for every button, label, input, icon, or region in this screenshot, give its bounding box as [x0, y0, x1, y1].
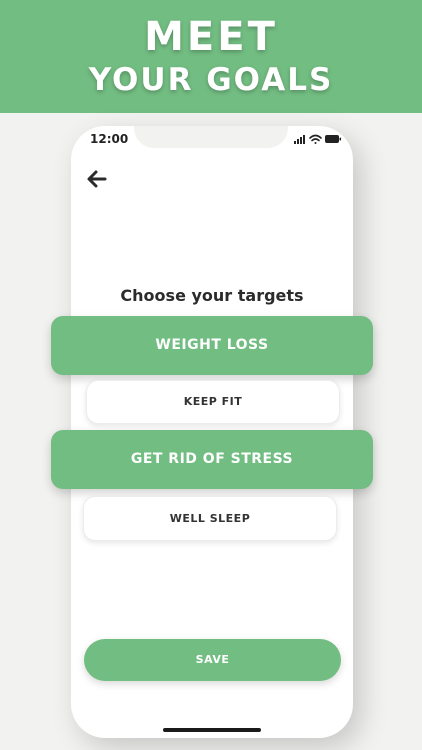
status-time: 12:00: [90, 132, 129, 146]
cellular-signal-icon: [294, 135, 305, 144]
option-label: WEIGHT LOSS: [155, 337, 269, 353]
back-button[interactable]: [86, 168, 108, 190]
target-option-keep-fit[interactable]: KEEP FIT: [86, 380, 340, 424]
option-label: WELL SLEEP: [169, 512, 251, 525]
promo-banner: MEET YOUR GOALS: [0, 0, 422, 113]
target-option-weight-loss[interactable]: WEIGHT LOSS: [51, 316, 373, 375]
home-indicator: [163, 728, 261, 732]
battery-icon: [325, 135, 342, 143]
phone-notch: [134, 126, 288, 148]
status-icons: [294, 134, 342, 144]
wifi-icon: [309, 134, 322, 144]
target-option-get-rid-of-stress[interactable]: GET RID OF STRESS: [51, 430, 373, 489]
arrow-left-icon: [87, 170, 107, 188]
page-title: Choose your targets: [120, 286, 304, 305]
target-option-well-sleep[interactable]: WELL SLEEP: [83, 496, 337, 541]
option-label: GET RID OF STRESS: [130, 451, 294, 467]
banner-headline: MEET: [144, 14, 278, 60]
option-label: KEEP FIT: [183, 395, 243, 408]
save-button[interactable]: SAVE: [84, 639, 341, 681]
banner-subheadline: YOUR GOALS: [88, 62, 334, 98]
